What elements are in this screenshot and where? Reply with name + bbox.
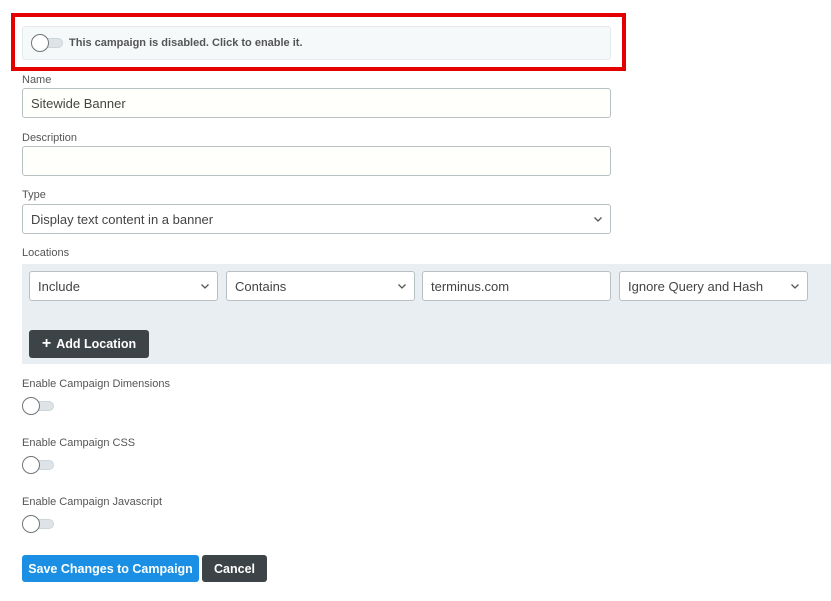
query-option-select[interactable]: Ignore Query and Hash xyxy=(619,271,808,301)
css-label: Enable Campaign CSS xyxy=(22,437,136,449)
type-select[interactable]: Display text content in a banner xyxy=(22,204,611,234)
toggle-knob xyxy=(22,456,40,474)
description-label: Description xyxy=(22,132,78,144)
name-input[interactable] xyxy=(22,88,611,118)
include-mode-value: Include xyxy=(38,278,80,294)
location-value-input[interactable] xyxy=(422,271,611,301)
match-type-value: Contains xyxy=(235,278,287,294)
cancel-button[interactable]: Cancel xyxy=(202,555,267,582)
plus-icon: + xyxy=(41,334,52,352)
chevron-down-icon xyxy=(201,284,209,289)
include-mode-select[interactable]: Include xyxy=(29,271,218,301)
chevron-down-icon xyxy=(594,217,602,222)
toggle-knob xyxy=(22,397,40,415)
name-label: Name xyxy=(22,74,52,86)
javascript-toggle[interactable] xyxy=(22,515,54,533)
chevron-down-icon xyxy=(791,284,799,289)
add-location-button[interactable]: + Add Location xyxy=(29,330,149,358)
match-type-select[interactable]: Contains xyxy=(226,271,415,301)
type-label: Type xyxy=(22,189,46,201)
toggle-knob xyxy=(22,515,40,533)
dimensions-label: Enable Campaign Dimensions xyxy=(22,378,170,390)
add-location-label: Add Location xyxy=(56,337,137,351)
css-toggle[interactable] xyxy=(22,456,54,474)
description-input[interactable] xyxy=(22,146,611,176)
chevron-down-icon xyxy=(398,284,406,289)
dimensions-toggle[interactable] xyxy=(22,397,54,415)
javascript-label: Enable Campaign Javascript xyxy=(22,496,163,508)
campaign-status-text: This campaign is disabled. Click to enab… xyxy=(69,37,303,49)
locations-label: Locations xyxy=(22,247,70,259)
locations-panel: Include Contains Ignore Query and Hash +… xyxy=(22,264,831,364)
toggle-knob xyxy=(31,34,49,52)
save-campaign-button[interactable]: Save Changes to Campaign xyxy=(22,555,199,582)
campaign-status-banner[interactable]: This campaign is disabled. Click to enab… xyxy=(22,26,611,60)
campaign-enable-toggle[interactable] xyxy=(31,34,63,52)
type-select-value: Display text content in a banner xyxy=(31,211,214,227)
query-option-value: Ignore Query and Hash xyxy=(628,278,764,294)
